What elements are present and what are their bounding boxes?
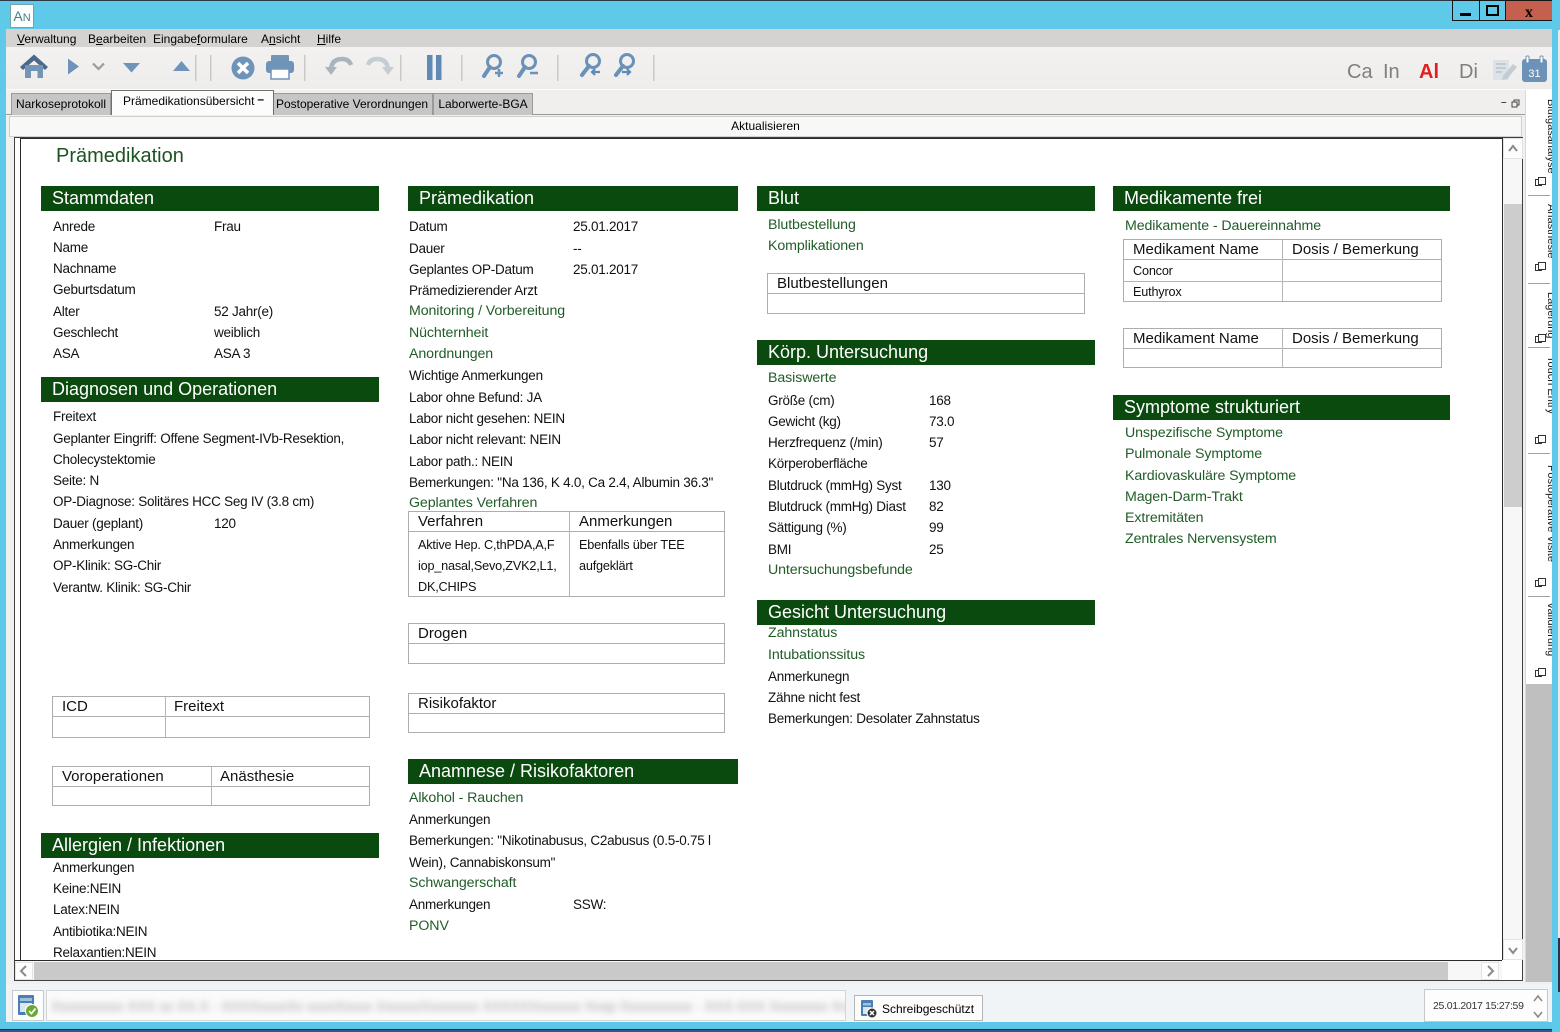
svg-text:Al: Al — [1419, 61, 1439, 83]
svg-text:In: In — [1383, 61, 1400, 83]
svg-text:x: x — [1525, 4, 1533, 20]
svg-text:Di: Di — [1459, 61, 1478, 83]
svg-text:31: 31 — [1528, 68, 1540, 80]
svg-text:Ca: Ca — [1347, 61, 1373, 83]
